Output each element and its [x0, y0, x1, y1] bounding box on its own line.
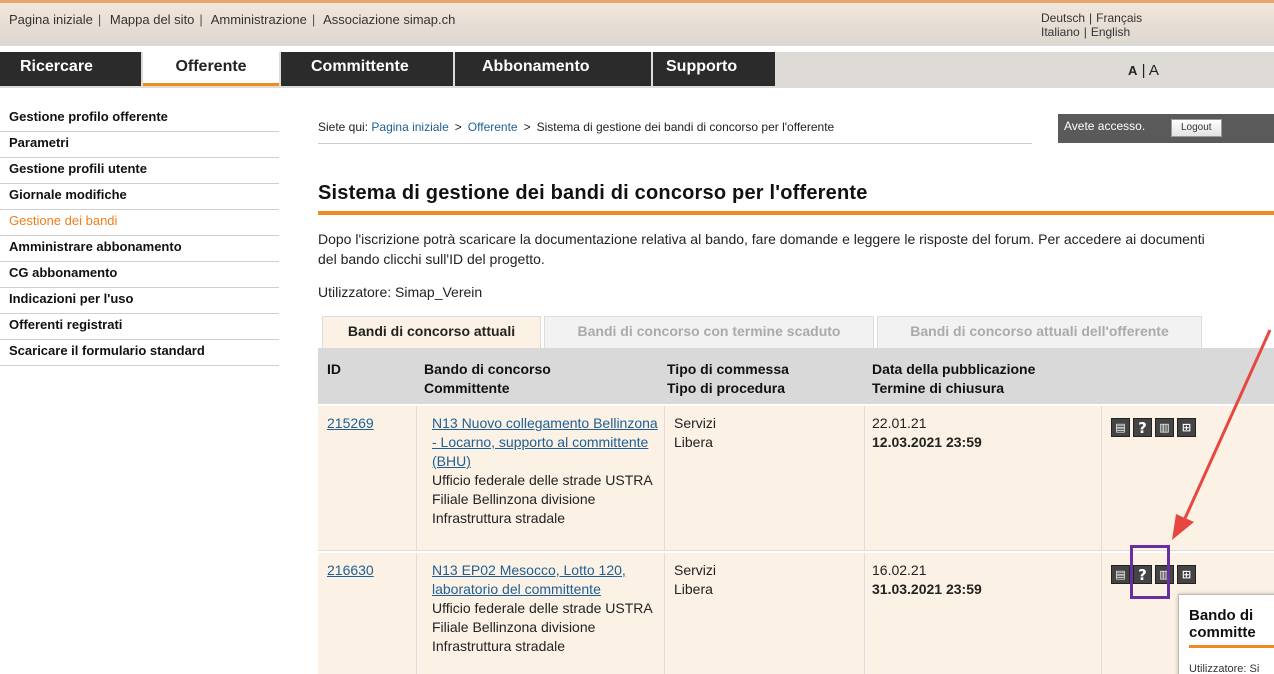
order-type: Servizi: [674, 562, 717, 578]
main-nav: Ricercare Offerente Committente Abboname…: [0, 52, 1274, 88]
sidebar: Gestione profilo offerente Parametri Ges…: [0, 106, 279, 366]
intro-text: Dopo l'iscrizione potrà scaricare la doc…: [318, 231, 1205, 267]
tab-current-tenders[interactable]: Bandi di concorso attuali: [322, 316, 541, 348]
tree-icon[interactable]: ⊞: [1177, 565, 1196, 584]
font-large-button[interactable]: A: [1149, 62, 1159, 79]
breadcrumb-divider: [318, 143, 1032, 144]
nav-tab-search[interactable]: Ricercare: [0, 52, 141, 86]
language-switcher: Deutsch | Français Italiano | English: [1041, 11, 1143, 39]
link-sitemap[interactable]: Mappa del sito: [110, 12, 195, 27]
breadcrumb: Siete qui: Pagina iniziale > Offerente > Sis…: [318, 120, 835, 134]
table-row: 215269 N13 Nuovo collegamento Bellinzona…: [318, 406, 1274, 551]
header-pub-date: Data della pubblicazione: [872, 361, 1036, 377]
header-deadline: Termine di chiusura: [872, 380, 1004, 396]
font-small-button[interactable]: A: [1128, 63, 1137, 78]
nav-tab-contracting[interactable]: Committente: [281, 52, 453, 86]
table-header: ID Bando di concorso Committente Tipo di…: [318, 348, 1274, 404]
tender-title-link[interactable]: N13 EP02 Mesocco, Lotto 120, laboratorio…: [432, 562, 626, 597]
publication-date: 16.02.21: [872, 562, 927, 578]
lang-it[interactable]: Italiano: [1041, 25, 1080, 39]
sidebar-item-usage-notes[interactable]: Indicazioni per l'uso: [0, 288, 279, 314]
popup-title: Bando di committe: [1189, 607, 1256, 641]
lang-fr[interactable]: Français: [1096, 11, 1142, 25]
top-utility-bar: Pagina iniziale | Mappa del sito | Amminis…: [0, 0, 1274, 46]
annotation-highlight-box: [1130, 545, 1170, 599]
sidebar-item-subscription-terms[interactable]: CG abbonamento: [0, 262, 279, 288]
tender-title-link[interactable]: N13 Nuovo collegamento Bellinzona - Loca…: [432, 415, 658, 469]
sidebar-item-user-profiles[interactable]: Gestione profili utente: [0, 158, 279, 184]
tab-expired-tenders[interactable]: Bandi di concorso con termine scaduto: [544, 316, 874, 348]
tender-id-link[interactable]: 215269: [327, 415, 374, 431]
publication-date: 22.01.21: [872, 415, 927, 431]
breadcrumb-bidder[interactable]: Offerente: [468, 120, 518, 134]
access-status: Avete accesso.: [1064, 119, 1146, 133]
breadcrumb-current: Sistema di gestione dei bandi di concors…: [536, 120, 835, 134]
trash-icon[interactable]: ▥: [1155, 418, 1174, 437]
header-client: Committente: [424, 380, 510, 396]
sidebar-item-download-form[interactable]: Scaricare il formulario standard: [0, 340, 279, 366]
tender-client: Ufficio federale delle strade USTRA Fili…: [432, 472, 652, 526]
sidebar-item-tenders[interactable]: Gestione dei bandi: [0, 210, 279, 236]
page-title: Sistema di gestione dei bandi di concors…: [318, 182, 868, 204]
header-procedure: Tipo di procedura: [667, 380, 785, 396]
popup-divider: [1189, 645, 1274, 648]
forum-popup: Bando di committe Utilizzatore: Si: [1178, 594, 1274, 674]
sidebar-item-registered-bidders[interactable]: Offerenti registrati: [0, 314, 279, 340]
header-id: ID: [327, 361, 341, 377]
tab-bidder-tenders[interactable]: Bandi di concorso attuali dell'offerente: [877, 316, 1202, 348]
lang-en[interactable]: English: [1091, 25, 1130, 39]
access-box: Avete accesso. Logout: [1058, 114, 1274, 143]
link-home[interactable]: Pagina iniziale: [9, 12, 93, 27]
nav-tab-subscription[interactable]: Abbonamento: [455, 52, 651, 86]
link-association[interactable]: Associazione simap.ch: [323, 12, 455, 27]
nav-tab-bidder[interactable]: Offerente: [143, 52, 279, 86]
header-tender: Bando di concorso: [424, 361, 551, 377]
sidebar-item-parameters[interactable]: Parametri: [0, 132, 279, 158]
deadline: 31.03.2021 23:59: [872, 581, 982, 597]
top-links: Pagina iniziale | Mappa del sito | Amminis…: [9, 12, 456, 27]
breadcrumb-home[interactable]: Pagina iniziale: [371, 120, 448, 134]
procedure-type: Libera: [674, 434, 713, 450]
order-type: Servizi: [674, 415, 717, 431]
sidebar-item-manage-subscription[interactable]: Amministrare abbonamento: [0, 236, 279, 262]
font-size-switcher: A | A: [1128, 62, 1159, 79]
lang-de[interactable]: Deutsch: [1041, 11, 1085, 25]
row-actions: ▤ ? ▥ ⊞: [1111, 418, 1196, 437]
logout-button[interactable]: Logout: [1171, 119, 1222, 137]
deadline: 12.03.2021 23:59: [872, 434, 982, 450]
book-icon[interactable]: ▤: [1111, 565, 1130, 584]
user-label: Utilizzatore: Simap_Verein: [318, 284, 483, 300]
tender-client: Ufficio federale delle strade USTRA Fili…: [432, 600, 652, 654]
nav-tab-support[interactable]: Supporto: [653, 52, 775, 86]
popup-user: Utilizzatore: Si: [1189, 663, 1260, 674]
link-admin[interactable]: Amministrazione: [211, 12, 307, 27]
title-underline: [318, 211, 1274, 215]
tree-icon[interactable]: ⊞: [1177, 418, 1196, 437]
question-icon[interactable]: ?: [1133, 418, 1152, 437]
sidebar-item-change-log[interactable]: Giornale modifiche: [0, 184, 279, 210]
sidebar-item-profile[interactable]: Gestione profilo offerente: [0, 106, 279, 132]
book-icon[interactable]: ▤: [1111, 418, 1130, 437]
procedure-type: Libera: [674, 581, 713, 597]
header-order-type: Tipo di commessa: [667, 361, 789, 377]
tender-id-link[interactable]: 216630: [327, 562, 374, 578]
